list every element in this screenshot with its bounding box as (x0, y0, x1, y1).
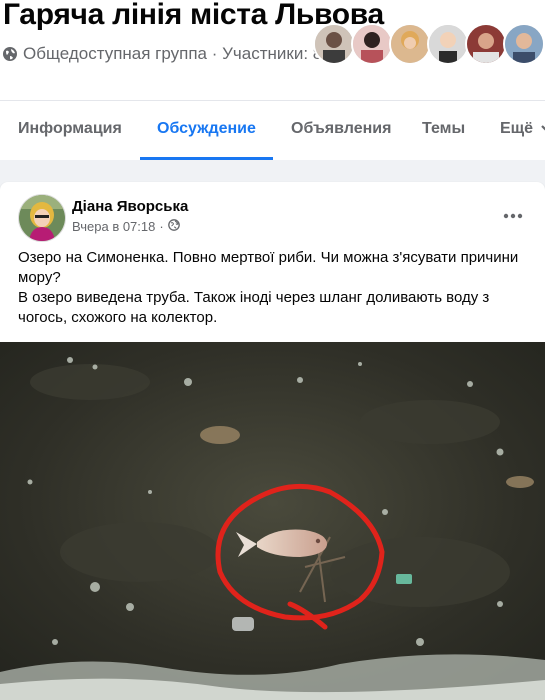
globe-icon (2, 46, 18, 62)
group-meta: Общедоступная группа · Участники: 8 (2, 44, 322, 64)
post-author[interactable]: Діана Яворська (72, 198, 188, 215)
tab-discussion[interactable]: Обсуждение (157, 120, 256, 138)
tab-announcements[interactable]: Объявления (291, 120, 391, 138)
member-avatars[interactable] (313, 23, 545, 65)
post-text: Озеро на Симоненка. Повно мертвої риби. … (18, 248, 528, 328)
author-avatar[interactable] (18, 194, 66, 242)
group-tabs: Информация Обсуждение Объявления Темы Ещ… (0, 100, 545, 161)
post-photo[interactable] (0, 342, 545, 700)
member-avatar[interactable] (313, 23, 355, 65)
post-text-line: Озеро на Симоненка. Повно мертвої риби. … (18, 249, 519, 286)
public-icon (167, 219, 180, 234)
group-meta-text: Общедоступная группа · Участники: 8 (23, 44, 323, 63)
post-card: Діана Яворська Вчера в 07:18 · Озеро на … (0, 182, 545, 700)
chevron-down-icon (541, 120, 545, 138)
tab-info[interactable]: Информация (18, 120, 122, 138)
post-text-line: В озеро виведена труба. Також іноді чере… (18, 289, 490, 326)
separator: · (159, 219, 164, 234)
tab-more[interactable]: Ещё (500, 120, 545, 138)
tab-topics[interactable]: Темы (422, 120, 465, 138)
post-timestamp[interactable]: Вчера в 07:18 · (72, 219, 180, 234)
member-avatar[interactable] (465, 23, 507, 65)
member-avatar[interactable] (351, 23, 393, 65)
more-icon[interactable] (503, 206, 523, 224)
member-avatar[interactable] (389, 23, 431, 65)
active-tab-indicator (140, 157, 273, 160)
tab-more-label: Ещё (500, 120, 534, 138)
group-header: Гаряча лінія міста Львова Общедоступная … (0, 0, 545, 160)
member-avatar[interactable] (427, 23, 469, 65)
post-time-text: Вчера в 07:18 (72, 219, 156, 234)
member-avatar[interactable] (503, 23, 545, 65)
